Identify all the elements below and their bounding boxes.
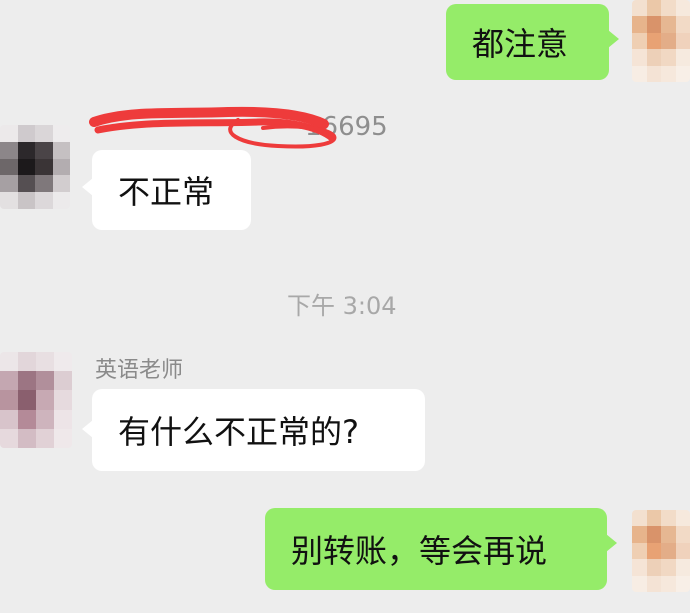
message-bubble-outgoing[interactable]: 别转账，等会再说 [265, 508, 607, 590]
message-text: 不正常 [118, 173, 215, 211]
self-avatar[interactable] [632, 510, 690, 592]
contact-avatar[interactable] [0, 125, 70, 209]
message-text: 都注意 [472, 25, 569, 63]
message-text: 有什么不正常的? [118, 413, 359, 451]
message-bubble-incoming[interactable]: 有什么不正常的? [92, 389, 425, 471]
contact-avatar[interactable] [0, 352, 72, 448]
message-bubble-outgoing[interactable]: 都注意 [446, 4, 609, 80]
bubble-tail [608, 30, 619, 48]
bubble-tail [606, 534, 617, 552]
timestamp: 下午 3:04 [287, 292, 397, 320]
self-avatar[interactable] [632, 0, 690, 82]
message-text: 别转账，等会再说 [291, 532, 548, 570]
sender-name: 英语老师 [95, 358, 184, 383]
message-bubble-incoming[interactable]: 不正常 [92, 150, 251, 230]
